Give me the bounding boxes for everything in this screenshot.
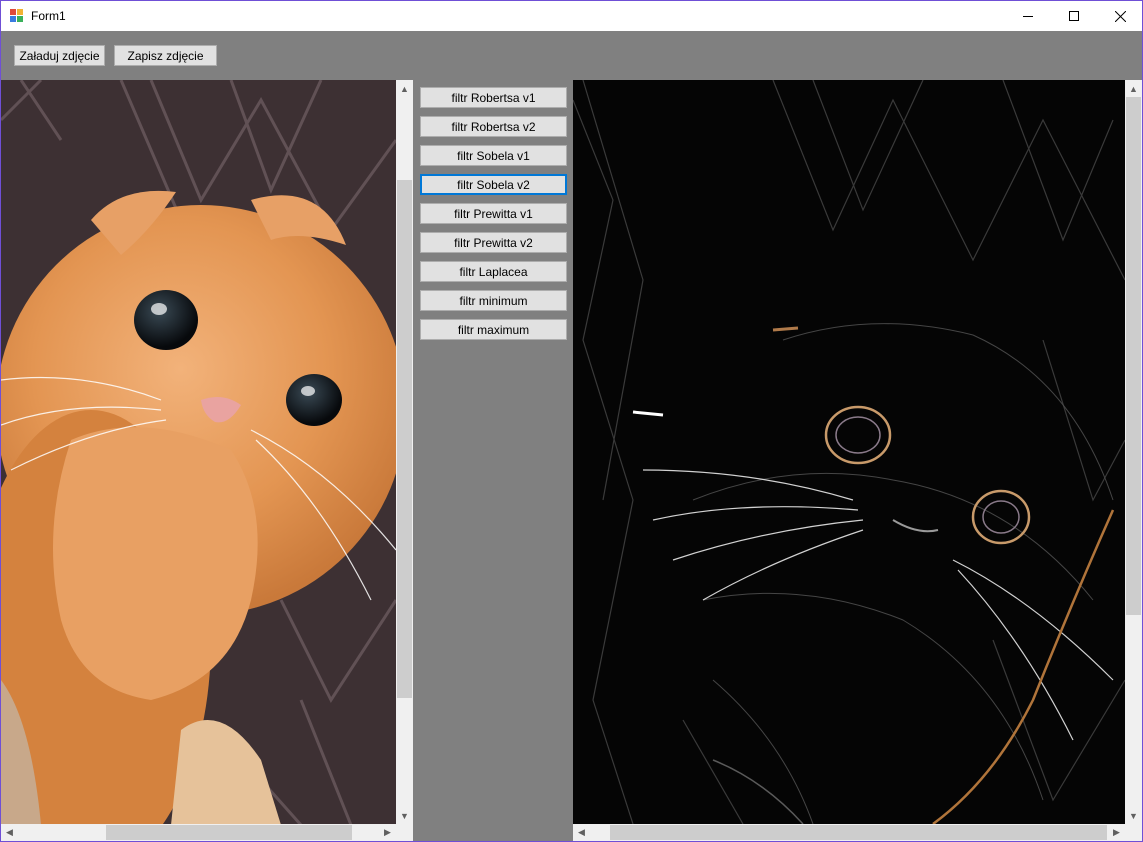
title-bar[interactable]: Form1	[1, 1, 1142, 31]
processed-image-panel[interactable]: ▲ ▼ ◀ ▶	[573, 80, 1142, 841]
window-title: Form1	[31, 9, 66, 23]
filter-button[interactable]: filtr Sobela v2	[420, 174, 567, 195]
filter-button[interactable]: filtr Robertsa v2	[420, 116, 567, 137]
close-button[interactable]	[1097, 1, 1142, 31]
maximize-icon	[1069, 11, 1079, 21]
load-image-button[interactable]: Załaduj zdjęcie	[14, 45, 105, 66]
scroll-thumb[interactable]	[106, 825, 352, 840]
form-client-area: Załaduj zdjęcie Zapisz zdjęcie ▲ ▼ ◀ ▶ f…	[1, 31, 1142, 841]
minimize-icon	[1023, 16, 1033, 17]
original-kitten-photo	[1, 80, 396, 825]
filter-button[interactable]: filtr Robertsa v1	[420, 87, 567, 108]
scroll-right-icon[interactable]: ▶	[1108, 824, 1125, 841]
scroll-down-icon[interactable]: ▼	[396, 807, 413, 824]
scroll-left-icon[interactable]: ◀	[573, 824, 590, 841]
close-icon	[1114, 10, 1126, 22]
filter-button[interactable]: filtr Laplacea	[420, 261, 567, 282]
scroll-left-icon[interactable]: ◀	[1, 824, 18, 841]
scroll-up-icon[interactable]: ▲	[396, 80, 413, 97]
filter-button[interactable]: filtr minimum	[420, 290, 567, 311]
size-grip-icon[interactable]	[1125, 824, 1142, 841]
scroll-thumb[interactable]	[610, 825, 1107, 840]
processed-vertical-scrollbar[interactable]: ▲ ▼	[1125, 80, 1142, 824]
filter-button[interactable]: filtr Prewitta v2	[420, 232, 567, 253]
original-image-panel[interactable]: ▲ ▼ ◀ ▶	[1, 80, 413, 841]
scroll-up-icon[interactable]: ▲	[1125, 80, 1142, 97]
scroll-corner	[396, 824, 413, 841]
scroll-thumb[interactable]	[397, 180, 412, 698]
scroll-down-icon[interactable]: ▼	[1125, 807, 1142, 824]
original-vertical-scrollbar[interactable]: ▲ ▼	[396, 80, 413, 824]
minimize-button[interactable]	[1005, 1, 1051, 31]
save-image-button[interactable]: Zapisz zdjęcie	[114, 45, 217, 66]
filter-button[interactable]: filtr maximum	[420, 319, 567, 340]
winforms-app-icon	[10, 9, 24, 23]
processed-kitten-photo	[573, 80, 1125, 824]
filter-button[interactable]: filtr Prewitta v1	[420, 203, 567, 224]
app-window: Form1 Załaduj zdjęcie Zapisz zdjęcie ▲ ▼…	[0, 0, 1143, 842]
original-horizontal-scrollbar[interactable]: ◀ ▶	[1, 824, 396, 841]
maximize-button[interactable]	[1051, 1, 1097, 31]
processed-horizontal-scrollbar[interactable]: ◀ ▶	[573, 824, 1125, 841]
scroll-thumb[interactable]	[1126, 97, 1141, 615]
filter-button[interactable]: filtr Sobela v1	[420, 145, 567, 166]
scroll-right-icon[interactable]: ▶	[379, 824, 396, 841]
